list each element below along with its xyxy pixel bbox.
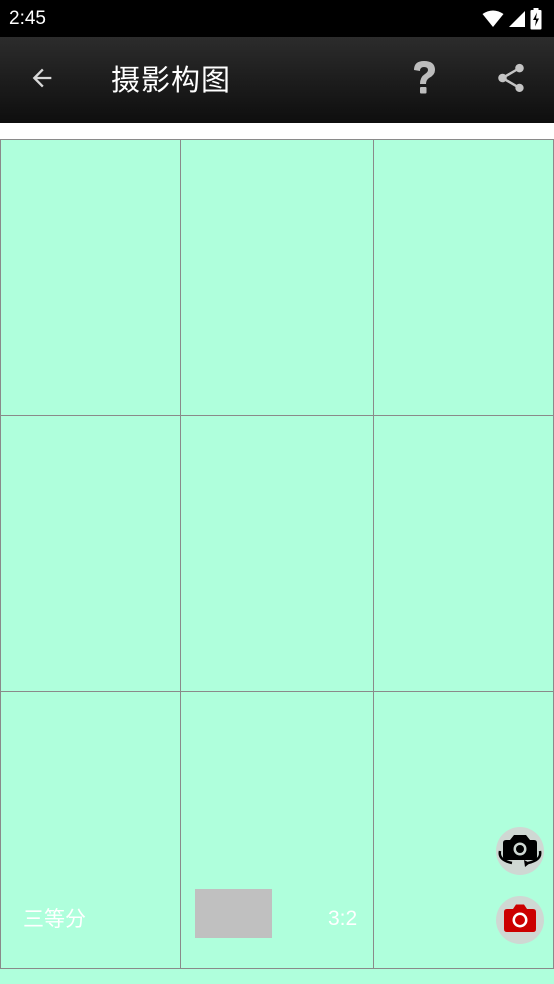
capture-button[interactable] [496,896,544,944]
battery-charging-icon [530,8,542,30]
bottom-strip [0,969,554,984]
aspect-ratio-label[interactable]: 3:2 [328,904,357,934]
share-button[interactable] [487,57,535,103]
grid-line-horizontal [1,415,553,416]
status-icons [482,8,542,30]
arrow-back-icon [28,64,56,96]
status-time: 2:45 [9,8,46,29]
page-title: 摄影构图 [111,63,232,97]
composition-mode-label[interactable]: 三等分 [23,904,86,934]
rule-of-thirds-grid[interactable] [0,139,554,969]
camera-flip-icon [496,829,544,873]
question-mark-icon [411,60,437,100]
camera-icon [503,903,537,937]
grid-line-vertical [373,140,374,968]
flip-camera-button[interactable] [496,827,544,875]
status-bar: 2:45 [0,0,554,37]
share-icon [494,61,528,99]
wifi-icon [482,10,504,28]
back-button[interactable] [18,57,66,103]
grid-line-vertical [180,140,181,968]
preview-thumbnail[interactable] [195,889,272,938]
app-bar: 摄影构图 [0,37,554,123]
grid-line-horizontal [1,691,553,692]
cell-signal-icon [508,10,526,28]
help-button[interactable] [400,57,448,103]
